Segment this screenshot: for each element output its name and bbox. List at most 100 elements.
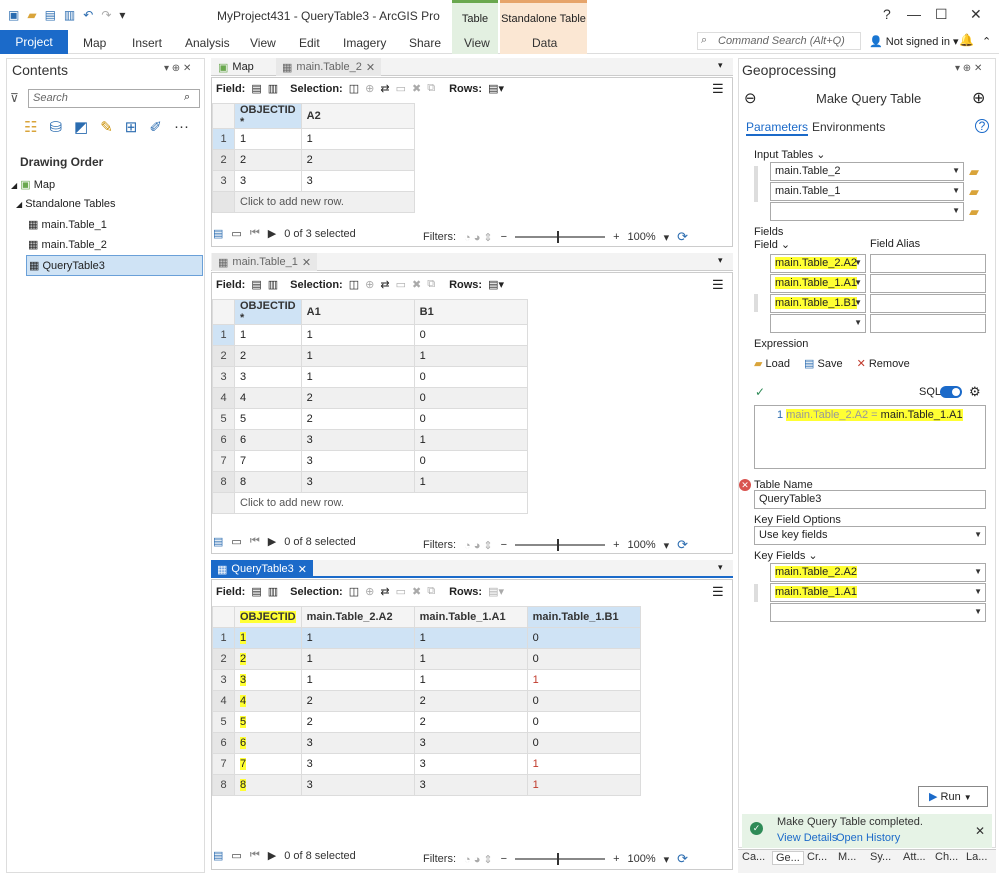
- save-button[interactable]: ▤ Save: [804, 357, 843, 370]
- table-name-input[interactable]: QueryTable3: [754, 490, 986, 509]
- clear-icon[interactable]: ▭: [396, 82, 406, 95]
- key-field-2[interactable]: main.Table_1.A1 ▼: [770, 583, 986, 602]
- snapping-icon[interactable]: ⊞: [125, 118, 138, 136]
- browse-folder-icon[interactable]: ▰: [969, 184, 979, 200]
- filter-icons[interactable]: ◔ ◕ ⇕: [464, 231, 493, 244]
- tab-analysis[interactable]: Analysis: [185, 36, 230, 50]
- filter-icons[interactable]: ◔ ◕ ⇕: [464, 539, 493, 552]
- switch-icon[interactable]: ⇄: [380, 82, 389, 95]
- minimize-button[interactable]: —: [907, 6, 921, 22]
- contents-search-input[interactable]: Search: [28, 89, 200, 108]
- copy-icon[interactable]: ⧉: [427, 585, 435, 598]
- refresh-icon[interactable]: ⟳: [677, 851, 688, 867]
- delete-icon[interactable]: ✖: [412, 82, 421, 95]
- first-record-icon[interactable]: ⏮: [250, 227, 260, 240]
- zoom-to-icon[interactable]: ⊕: [365, 278, 374, 291]
- tab-project[interactable]: Project: [0, 30, 68, 54]
- next-record-icon[interactable]: ▶: [268, 227, 276, 240]
- collapse-icon[interactable]: ◢: [16, 200, 22, 209]
- next-record-icon[interactable]: ▶: [268, 535, 276, 548]
- delete-icon[interactable]: ✖: [412, 278, 421, 291]
- tab-map-view[interactable]: ▣ Map: [212, 58, 260, 76]
- sql-toggle[interactable]: [940, 386, 962, 398]
- refresh-icon[interactable]: ⟳: [677, 537, 688, 553]
- tab-attributes[interactable]: Att...: [903, 851, 926, 863]
- calculate-icon[interactable]: ▥: [268, 82, 278, 95]
- show-all-icon[interactable]: ▤: [213, 535, 223, 548]
- command-search-input[interactable]: Command Search (Alt+Q): [697, 32, 861, 50]
- pane-options-icon[interactable]: ▾ ⊕ ✕: [955, 63, 982, 74]
- notification-bell-icon[interactable]: 🔔: [959, 33, 974, 47]
- column-header[interactable]: A1: [300, 299, 415, 325]
- clear-icon[interactable]: ▭: [396, 585, 406, 598]
- tab-list-icon[interactable]: ▾: [718, 562, 723, 573]
- tab-edit[interactable]: Edit: [299, 36, 320, 50]
- tab-parameters[interactable]: Parameters: [746, 120, 809, 136]
- browse-folder-icon[interactable]: ▰: [969, 164, 979, 180]
- zoom-out-icon[interactable]: −: [501, 853, 507, 865]
- run-button[interactable]: ▶ Run ▼: [918, 786, 988, 807]
- show-all-icon[interactable]: ▤: [213, 849, 223, 862]
- close-icon[interactable]: ✕: [302, 256, 311, 269]
- column-header[interactable]: B1: [413, 299, 528, 325]
- maximize-button[interactable]: ☐: [935, 6, 948, 23]
- tab-create[interactable]: Cr...: [807, 851, 827, 863]
- zoom-in-icon[interactable]: +: [613, 539, 619, 551]
- tab-catalog[interactable]: Ca...: [742, 851, 765, 863]
- tab-geoprocessing[interactable]: Ge...: [772, 851, 804, 865]
- customize-icon[interactable]: ▾: [119, 8, 125, 22]
- column-header[interactable]: main.Table_2.A2: [300, 606, 415, 628]
- table-menu-icon[interactable]: ☰: [712, 81, 724, 97]
- filter-icons[interactable]: ◔ ◕ ⇕: [464, 853, 493, 866]
- field-alias-1[interactable]: [870, 254, 986, 273]
- open-project-icon[interactable]: ▣: [8, 8, 19, 22]
- key-field-options-select[interactable]: Use key fields ▼: [754, 526, 986, 545]
- zoom-out-icon[interactable]: −: [501, 539, 507, 551]
- refresh-icon[interactable]: ⟳: [677, 229, 688, 245]
- editing-icon[interactable]: ✎: [100, 118, 113, 136]
- zoom-in-icon[interactable]: +: [613, 853, 619, 865]
- rows-menu-icon[interactable]: ▤▾: [488, 82, 504, 95]
- show-selected-icon[interactable]: ▭: [231, 535, 241, 548]
- help-button[interactable]: ?: [883, 6, 891, 22]
- tab-table2-view[interactable]: ▦ main.Table_2 ✕: [276, 58, 382, 76]
- zoom-thumb[interactable]: [557, 539, 560, 551]
- field-select-1[interactable]: main.Table_2.A2 ▼: [770, 254, 866, 273]
- zoom-slider[interactable]: [515, 231, 606, 243]
- key-field-3[interactable]: ▼: [770, 603, 986, 622]
- column-header[interactable]: OBJECTID *: [234, 299, 302, 325]
- field-select-4[interactable]: ▼: [770, 314, 866, 333]
- select-by-attr-icon[interactable]: ◫: [349, 585, 359, 598]
- tab-chart[interactable]: Ch...: [935, 851, 958, 863]
- input-table-3[interactable]: ▼: [770, 202, 964, 221]
- column-header[interactable]: OBJECTID: [240, 611, 296, 623]
- save-as-icon[interactable]: ▥: [64, 8, 75, 22]
- key-field-1[interactable]: main.Table_2.A2 ▼: [770, 563, 986, 582]
- zoom-thumb[interactable]: [557, 231, 560, 243]
- field-select-2[interactable]: main.Table_1.A1 ▼: [770, 274, 866, 293]
- input-table-1[interactable]: main.Table_2 ▼: [770, 162, 964, 181]
- sort-icon[interactable]: ⌄: [781, 239, 790, 251]
- clear-icon[interactable]: ▭: [396, 278, 406, 291]
- field-alias-3[interactable]: [870, 294, 986, 313]
- first-record-icon[interactable]: ⏮: [250, 849, 260, 862]
- switch-icon[interactable]: ⇄: [380, 585, 389, 598]
- next-record-icon[interactable]: ▶: [268, 849, 276, 862]
- pane-options-icon[interactable]: ▾ ⊕ ✕: [164, 63, 191, 74]
- tab-table-view[interactable]: View: [464, 36, 490, 50]
- selection-icon[interactable]: ◩: [74, 118, 88, 136]
- input-table-2[interactable]: main.Table_1 ▼: [770, 182, 964, 201]
- tab-share[interactable]: Share: [409, 36, 441, 50]
- view-details-link[interactable]: View Details: [777, 832, 837, 844]
- map-item[interactable]: ◢ ▣ Map: [11, 178, 55, 191]
- load-button[interactable]: ▰ Load: [754, 357, 790, 370]
- table-menu-icon[interactable]: ☰: [712, 584, 724, 600]
- save-icon[interactable]: ▤: [45, 8, 56, 22]
- first-record-icon[interactable]: ⏮: [250, 535, 260, 548]
- contents-item-querytable3[interactable]: ▦ QueryTable3: [26, 255, 203, 276]
- copy-icon[interactable]: ⧉: [427, 82, 435, 95]
- settings-gear-icon[interactable]: ⚙: [969, 384, 981, 400]
- field-alias-2[interactable]: [870, 274, 986, 293]
- select-by-attr-icon[interactable]: ◫: [349, 82, 359, 95]
- tab-map[interactable]: Map: [83, 36, 106, 50]
